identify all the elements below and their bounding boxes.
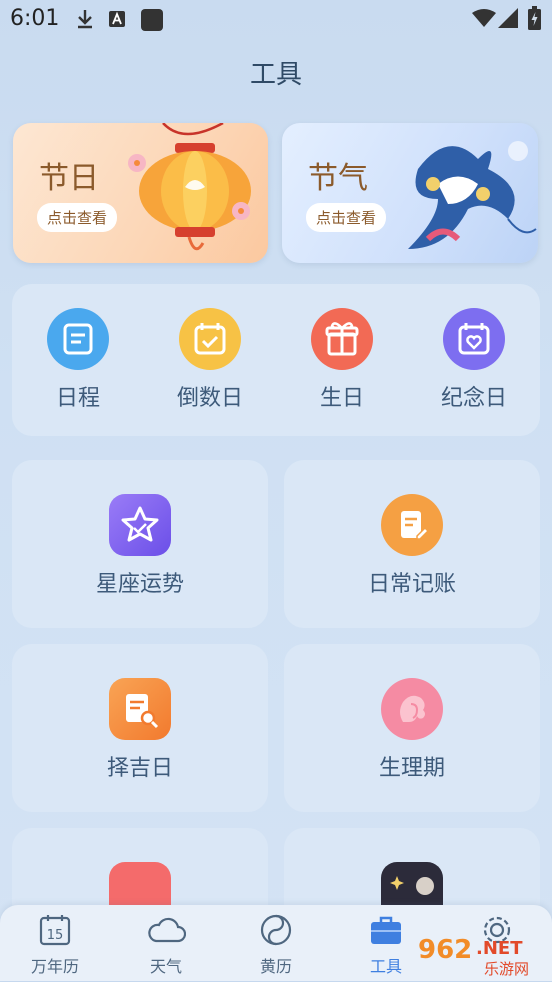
feature-card-bookkeeping[interactable]: 日常记账	[284, 460, 540, 628]
svg-text:乐游网: 乐游网	[484, 960, 529, 978]
svg-text:.NET: .NET	[476, 938, 523, 959]
quick-item-anniversary[interactable]: 纪念日	[419, 308, 529, 412]
download-icon	[78, 10, 92, 29]
woman-profile-icon	[381, 678, 443, 740]
festival-title: 节日	[39, 161, 99, 196]
quick-item-label: 纪念日	[440, 386, 507, 411]
calendar-heart-icon	[443, 308, 505, 370]
page-title: 工具	[249, 60, 302, 90]
solar-term-title: 节气	[308, 161, 368, 196]
tab-weather[interactable]: 天气	[121, 913, 211, 977]
app-square-icon	[141, 9, 163, 31]
lantern-illustration	[128, 123, 251, 251]
toolbox-icon	[371, 916, 401, 944]
feature-card-period[interactable]: 生理期	[284, 644, 540, 812]
calendar-check-icon	[179, 308, 241, 370]
tab-almanac[interactable]: 黄历	[231, 913, 321, 977]
quick-item-label: 倒数日	[176, 386, 243, 411]
tab-label: 天气	[149, 957, 182, 976]
festival-banner[interactable]: 节日 点击查看	[13, 123, 268, 263]
keyboard-a-icon	[109, 11, 125, 27]
schedule-icon	[47, 308, 109, 370]
tab-calendar[interactable]: 15 万年历	[10, 913, 100, 977]
svg-text:962: 962	[418, 935, 472, 965]
svg-text:15: 15	[47, 928, 64, 943]
signal-icon	[498, 8, 518, 28]
battery-icon	[528, 6, 541, 30]
tab-label: 万年历	[30, 957, 79, 976]
wifi-icon	[472, 9, 496, 27]
solar-term-view-button[interactable]: 点击查看	[306, 203, 387, 232]
doc-search-icon	[109, 678, 171, 740]
note-edit-icon	[381, 494, 443, 556]
cloud-icon	[148, 917, 187, 943]
solar-term-banner[interactable]: 节气 点击查看	[282, 123, 538, 263]
feature-card-auspicious-day[interactable]: 择吉日	[12, 644, 268, 812]
feature-card-horoscope[interactable]: 星座运势	[12, 460, 268, 628]
calendar-15-icon: 15	[39, 915, 71, 946]
status-bar: 6:01	[0, 0, 552, 38]
gift-icon	[311, 308, 373, 370]
quick-item-birthday[interactable]: 生日	[287, 308, 397, 412]
yinyang-icon	[260, 914, 292, 946]
quick-item-label: 日程	[55, 386, 100, 411]
festival-view-button[interactable]: 点击查看	[37, 203, 118, 232]
feature-label: 星座运势	[95, 572, 184, 597]
feature-label: 日常记账	[367, 572, 456, 597]
feature-label: 择吉日	[106, 756, 173, 781]
quick-item-schedule[interactable]: 日程	[23, 308, 133, 412]
star-icon	[109, 494, 171, 556]
quick-item-label: 生日	[319, 386, 364, 411]
kite-illustration	[408, 141, 537, 249]
status-time: 6:01	[10, 6, 60, 31]
quick-tools-card: 日程 倒数日 生日 纪念日	[12, 284, 540, 436]
quick-item-countdown[interactable]: 倒数日	[155, 308, 265, 412]
tab-label: 黄历	[259, 957, 292, 976]
watermark-logo: 962 .NET 乐游网	[414, 930, 550, 978]
feature-label: 生理期	[378, 756, 445, 781]
